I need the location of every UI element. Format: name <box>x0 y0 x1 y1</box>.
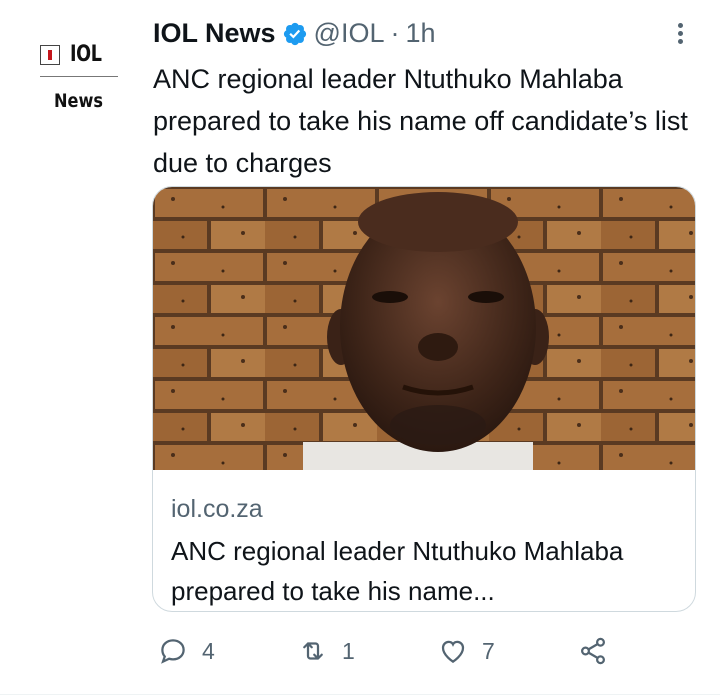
separator: · <box>390 18 400 48</box>
link-card[interactable]: iol.co.za ANC regional leader Ntuthuko M… <box>152 186 696 612</box>
reply-icon <box>161 639 185 664</box>
handle[interactable]: @IOL <box>314 18 385 49</box>
retweet-count: 1 <box>342 637 355 664</box>
divider <box>0 694 720 695</box>
logo-mark-icon <box>40 44 60 65</box>
share-icon <box>580 637 606 665</box>
share-button[interactable] <box>578 636 622 666</box>
avatar[interactable]: IOL News <box>18 14 136 132</box>
tweet[interactable]: IOL News IOL News @IOL · 1h ANC regional… <box>0 0 720 696</box>
card-domain: iol.co.za <box>171 495 263 523</box>
reply-count: 4 <box>202 637 215 664</box>
logo-subtext: News <box>54 90 104 112</box>
logo-divider <box>40 76 118 77</box>
like-count: 7 <box>482 637 495 664</box>
timestamp[interactable]: 1h <box>405 18 435 49</box>
card-title: ANC regional leader Ntuthuko Mahlaba pre… <box>171 536 624 606</box>
verified-badge-icon <box>283 22 306 45</box>
tweet-header: IOL News @IOL · 1h <box>153 18 436 49</box>
retweet-button[interactable]: 1 <box>298 636 355 666</box>
card-meta: iol.co.za ANC regional leader Ntuthuko M… <box>171 491 681 611</box>
like-button[interactable]: 7 <box>438 636 495 666</box>
like-icon <box>441 640 465 663</box>
retweet-icon <box>303 642 323 660</box>
iol-logo: IOL <box>40 42 109 67</box>
reply-button[interactable]: 4 <box>158 636 215 666</box>
more-options-icon[interactable] <box>670 20 690 50</box>
card-image[interactable] <box>153 187 696 470</box>
display-name[interactable]: IOL News <box>153 18 276 49</box>
tweet-text: ANC regional leader Ntuthuko Mahlaba pre… <box>153 64 688 178</box>
logo-text: IOL <box>70 42 102 67</box>
action-bar: 4 1 7 <box>0 636 720 676</box>
